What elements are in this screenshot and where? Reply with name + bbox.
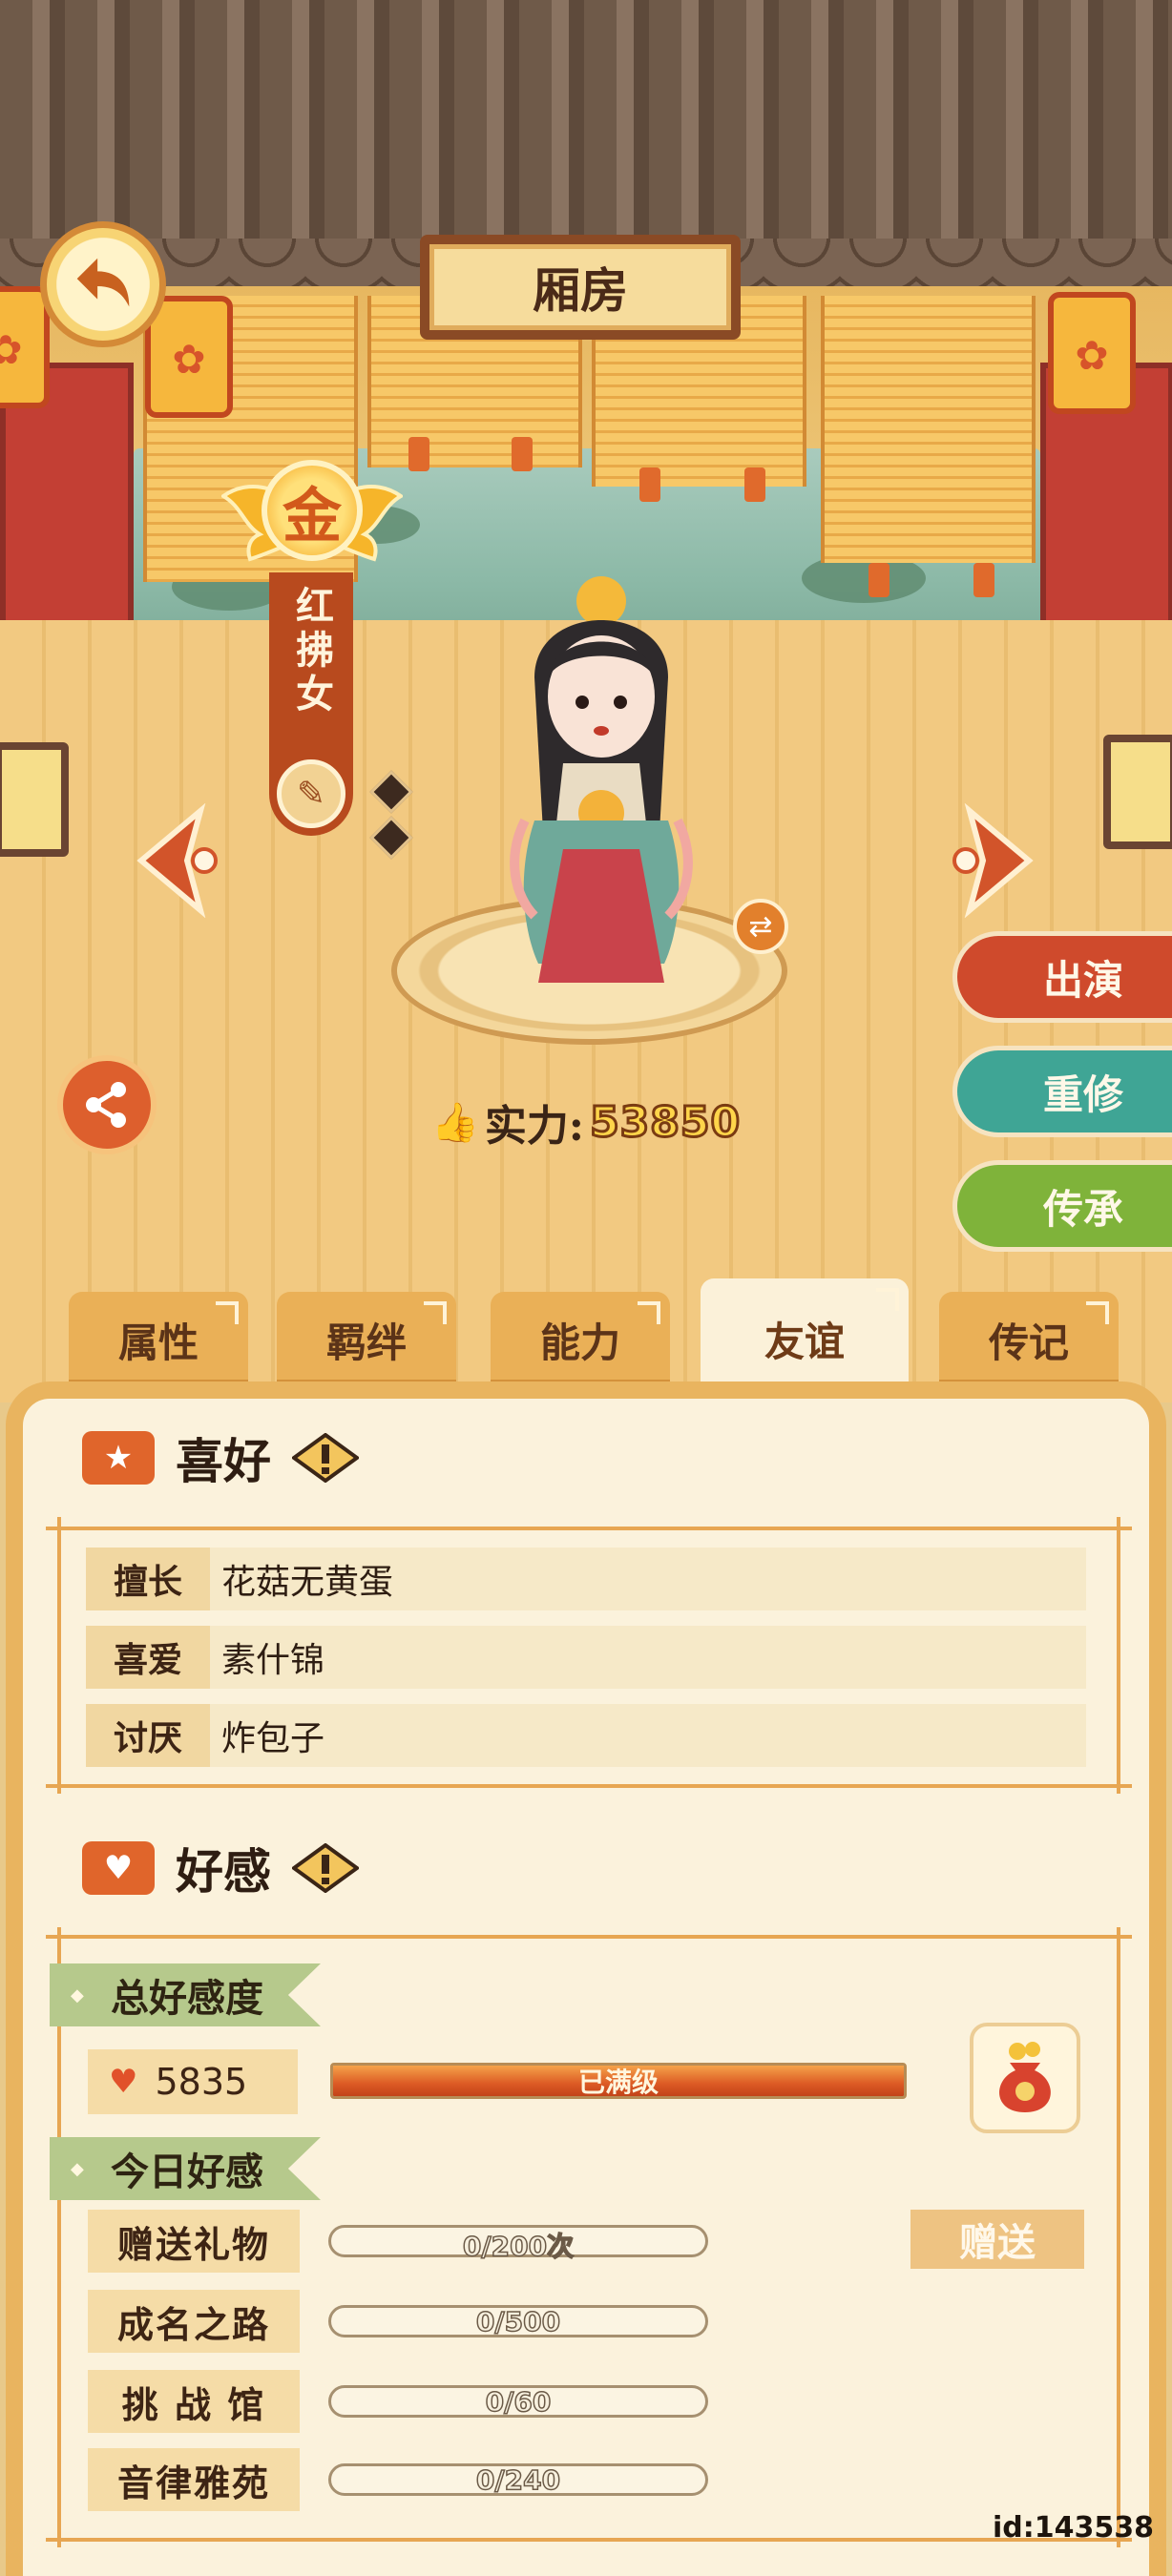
inherit-button[interactable]: 传承 bbox=[952, 1160, 1172, 1252]
total-favor-progress-bar: 已满级 bbox=[330, 2063, 907, 2099]
task-label: 成名之路 bbox=[88, 2290, 300, 2353]
hobby-key: 擅长 bbox=[86, 1548, 210, 1610]
swap-outfit-button[interactable]: ⇄ bbox=[733, 899, 788, 954]
total-favor-ribbon: 总好感度 bbox=[50, 1963, 321, 2026]
heart-icon: ♥ bbox=[109, 2063, 138, 2101]
give-gift-button[interactable]: 赠送 bbox=[910, 2210, 1084, 2269]
prev-character-button[interactable] bbox=[134, 803, 225, 918]
power-label: 实力: bbox=[484, 1102, 585, 1151]
floor-lamp bbox=[0, 742, 69, 857]
tab-label: 属性 bbox=[117, 1319, 199, 1366]
power-display: 👍 实力: 53850 bbox=[431, 1093, 742, 1151]
tab-label: 传记 bbox=[988, 1319, 1069, 1366]
task-progress-bar: 0/60 bbox=[328, 2385, 708, 2419]
hobby-row-likes: 喜爱 素什锦 bbox=[86, 1626, 1086, 1689]
info-icon bbox=[292, 1843, 359, 1893]
hobby-header: ★ 喜好 bbox=[82, 1423, 359, 1492]
task-label: 挑 战 馆 bbox=[88, 2370, 300, 2433]
hobby-key: 喜爱 bbox=[86, 1626, 210, 1689]
page-title: 厢房 bbox=[533, 262, 628, 319]
hobby-row-specialty: 擅长 花菇无黄蛋 bbox=[86, 1548, 1086, 1610]
task-label: 赠送礼物 bbox=[88, 2210, 300, 2273]
thumbs-up-icon: 👍 bbox=[431, 1100, 479, 1145]
share-icon bbox=[86, 1082, 126, 1128]
hobby-info-button[interactable] bbox=[292, 1431, 359, 1485]
total-favor-bar-text: 已满级 bbox=[577, 2067, 659, 2098]
favor-task-row: 挑 战 馆 0/60 bbox=[88, 2370, 1084, 2433]
hobby-key: 讨厌 bbox=[86, 1704, 210, 1767]
hobby-value: 花菇无黄蛋 bbox=[221, 1563, 394, 1602]
task-label: 音律雅苑 bbox=[88, 2448, 300, 2511]
hobby-title: 喜好 bbox=[176, 1433, 271, 1489]
character-figure bbox=[510, 576, 693, 983]
today-favor-ribbon: 今日好感 bbox=[50, 2137, 321, 2200]
total-favor-value-box: ♥ 5835 bbox=[88, 2049, 298, 2114]
perform-label: 出演 bbox=[1043, 956, 1124, 1004]
hobby-value: 素什锦 bbox=[221, 1641, 325, 1680]
floor-lamp bbox=[1103, 735, 1172, 849]
share-button[interactable] bbox=[57, 1055, 157, 1154]
task-progress-bar: 0/200次 bbox=[328, 2225, 708, 2263]
tab-abilities[interactable]: 能力 bbox=[491, 1292, 670, 1387]
give-gift-label: 赠送 bbox=[959, 2220, 1036, 2265]
heart-hand-icon: ♥ bbox=[82, 1841, 155, 1895]
favor-task-row: 音律雅苑 0/240 bbox=[88, 2448, 1084, 2511]
swap-icon: ⇄ bbox=[748, 909, 773, 944]
tab-bonds[interactable]: 羁绊 bbox=[277, 1292, 456, 1387]
id-tag: id:143538 bbox=[993, 2511, 1154, 2545]
gift-bag-icon bbox=[999, 2042, 1051, 2112]
hobby-row-dislikes: 讨厌 炸包子 bbox=[86, 1704, 1086, 1767]
task-progress-bar: 0/240 bbox=[328, 2463, 708, 2497]
favor-title: 好感 bbox=[176, 1843, 271, 1900]
tab-label: 能力 bbox=[539, 1319, 620, 1366]
task-progress-bar: 0/500 bbox=[328, 2305, 708, 2338]
gift-bag-button[interactable] bbox=[970, 2023, 1080, 2133]
back-button[interactable] bbox=[40, 221, 166, 347]
task-progress-text: 0/200次 bbox=[462, 2230, 575, 2263]
tab-label: 友谊 bbox=[764, 1318, 845, 1365]
info-icon bbox=[292, 1433, 359, 1483]
today-favor-label: 今日好感 bbox=[111, 2150, 263, 2194]
star-hand-icon: ★ bbox=[82, 1431, 155, 1485]
next-character-button[interactable] bbox=[945, 803, 1036, 918]
favor-task-row: 成名之路 0/500 bbox=[88, 2290, 1084, 2353]
favor-info-button[interactable] bbox=[292, 1841, 359, 1895]
retrain-button[interactable]: 重修 bbox=[952, 1046, 1172, 1137]
perform-button[interactable]: 出演 bbox=[952, 931, 1172, 1023]
tab-biography[interactable]: 传记 bbox=[939, 1292, 1119, 1387]
hobby-value: 炸包子 bbox=[221, 1719, 325, 1758]
rank-label: 金 bbox=[282, 481, 342, 551]
favor-header: ♥ 好感 bbox=[82, 1834, 359, 1902]
rename-button[interactable]: ✎ bbox=[277, 759, 345, 828]
retrain-label: 重修 bbox=[1043, 1070, 1124, 1118]
page-title-plaque: 厢房 bbox=[420, 235, 741, 340]
task-progress-text: 0/60 bbox=[485, 2385, 552, 2419]
character-name: 红拂女 bbox=[289, 586, 334, 717]
tab-attributes[interactable]: 属性 bbox=[69, 1292, 248, 1387]
lantern bbox=[0, 286, 50, 408]
inherit-label: 传承 bbox=[1043, 1185, 1124, 1233]
total-favor-value: 5835 bbox=[155, 2061, 248, 2103]
brush-icon: ✎ bbox=[296, 774, 326, 814]
back-arrow-icon bbox=[76, 258, 130, 307]
task-progress-text: 0/500 bbox=[475, 2305, 561, 2338]
rank-circle: 金 bbox=[262, 460, 363, 561]
tab-label: 羁绊 bbox=[325, 1319, 407, 1366]
lantern bbox=[1048, 292, 1136, 414]
window-blind bbox=[821, 296, 1036, 563]
task-progress-text: 0/240 bbox=[475, 2463, 561, 2497]
total-favor-label: 总好感度 bbox=[111, 1976, 263, 2021]
power-value: 53850 bbox=[589, 1096, 742, 1148]
